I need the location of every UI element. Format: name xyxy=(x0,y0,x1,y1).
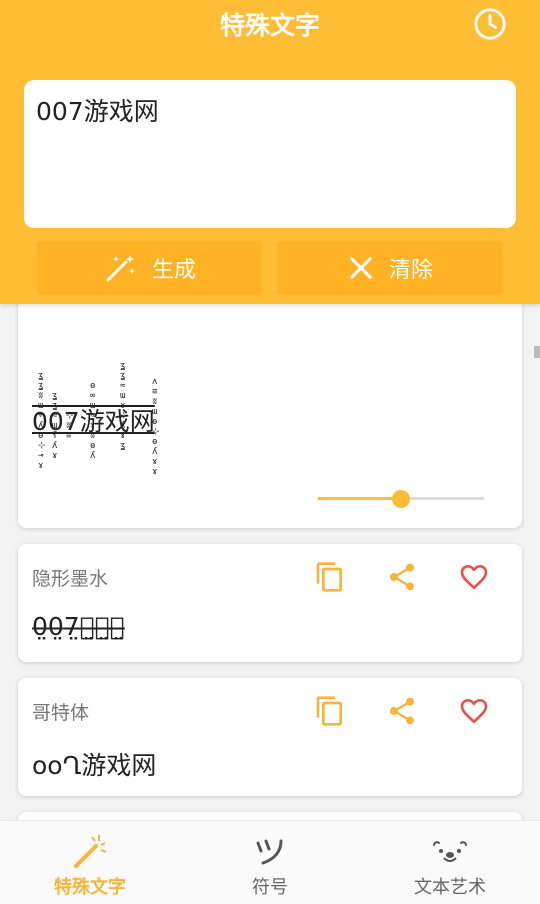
intensity-slider-fill xyxy=(318,497,401,500)
nav-special-text[interactable]: 特殊文字 xyxy=(0,821,180,904)
style-label: 哥特体 xyxy=(32,702,90,724)
nav-text-art[interactable]: 文本艺术 xyxy=(360,821,540,904)
favorite-button[interactable] xyxy=(454,691,494,731)
close-icon xyxy=(350,257,372,279)
nav-label: 文本艺术 xyxy=(414,877,486,898)
svg-text:ɵ: ɵ xyxy=(90,441,95,451)
intensity-slider-thumb[interactable] xyxy=(392,490,410,508)
heart-icon xyxy=(460,699,488,724)
heart-icon xyxy=(460,565,488,590)
bottom-navigation: 特殊文字 符号 文本艺术 xyxy=(0,820,540,904)
nav-label: 符号 xyxy=(252,877,288,898)
scrollbar[interactable] xyxy=(534,346,540,358)
svg-text:ʓ: ʓ xyxy=(52,391,57,401)
clock-icon xyxy=(474,8,506,40)
kaomoji-icon xyxy=(360,831,540,871)
style-card-gothic: 哥特体 ooՂ游戏网 xyxy=(18,678,522,796)
symbol-icon xyxy=(180,831,360,871)
style-label: 隐形墨水 xyxy=(32,568,109,590)
copy-button[interactable] xyxy=(310,691,350,731)
share-icon xyxy=(390,563,414,591)
svg-text:ɤ: ɤ xyxy=(52,451,57,461)
generate-button[interactable]: 生成 xyxy=(37,241,261,295)
copy-button[interactable] xyxy=(310,557,350,597)
history-button[interactable] xyxy=(470,4,510,44)
svg-text:⊹: ⊹ xyxy=(38,441,46,451)
text-input[interactable] xyxy=(24,80,516,228)
svg-text:ɯ: ɯ xyxy=(120,391,125,401)
nav-symbols[interactable]: 符号 xyxy=(180,821,360,904)
svg-text:ʎ: ʎ xyxy=(152,447,158,457)
svg-text:ɤ: ɤ xyxy=(152,457,157,467)
svg-text:ʎ: ʎ xyxy=(90,451,96,461)
style-preview: ooՂ游戏网 xyxy=(32,751,157,780)
header: 特殊文字 生成 清除 xyxy=(0,0,540,304)
clear-button[interactable]: 清除 xyxy=(278,241,502,295)
style-card-next xyxy=(18,812,522,820)
svg-text:≡: ≡ xyxy=(152,387,158,397)
svg-text:ɤ: ɤ xyxy=(152,467,157,477)
style-preview: 0̶̤0̶̤7̶̤游̶̤戏̶̤网̶̤ xyxy=(32,612,125,641)
svg-text:ʓ: ʓ xyxy=(120,371,125,381)
magic-wand-icon xyxy=(0,831,180,871)
copy-icon xyxy=(316,696,342,726)
generate-label: 生成 xyxy=(151,258,196,283)
svg-text:ɵ: ɵ xyxy=(90,381,95,391)
share-icon xyxy=(390,697,414,725)
favorite-button[interactable] xyxy=(454,557,494,597)
style-card-invisible-ink: 隐形墨水 0̶̤0̶̤7̶̤游̶̤戏̶̤网̶̤ xyxy=(18,544,522,662)
svg-text:ɵ: ɵ xyxy=(152,437,157,447)
clear-label: 清除 xyxy=(388,258,433,283)
svg-text:ʓ: ʓ xyxy=(38,381,43,391)
nav-label: 特殊文字 xyxy=(54,877,126,898)
svg-text:⊸: ⊸ xyxy=(38,451,44,461)
svg-text:ɤ: ɤ xyxy=(38,461,43,471)
magic-wand-icon xyxy=(106,255,135,282)
svg-text:ʓ: ʓ xyxy=(120,441,125,451)
style-preview: 007游戏网 xyxy=(32,407,155,436)
svg-text:ʎ: ʎ xyxy=(52,441,58,451)
svg-text:ʌ: ʌ xyxy=(152,377,158,387)
page-title: 特殊文字 xyxy=(219,11,320,40)
svg-text:≈: ≈ xyxy=(120,381,126,391)
svg-text:ʬ: ʬ xyxy=(38,391,43,401)
svg-text:∞: ∞ xyxy=(90,391,96,401)
share-button[interactable] xyxy=(382,691,422,731)
svg-text:ʓ: ʓ xyxy=(120,361,125,371)
share-button[interactable] xyxy=(382,557,422,597)
svg-text:ʓ: ʓ xyxy=(38,371,43,381)
copy-icon xyxy=(316,562,342,592)
